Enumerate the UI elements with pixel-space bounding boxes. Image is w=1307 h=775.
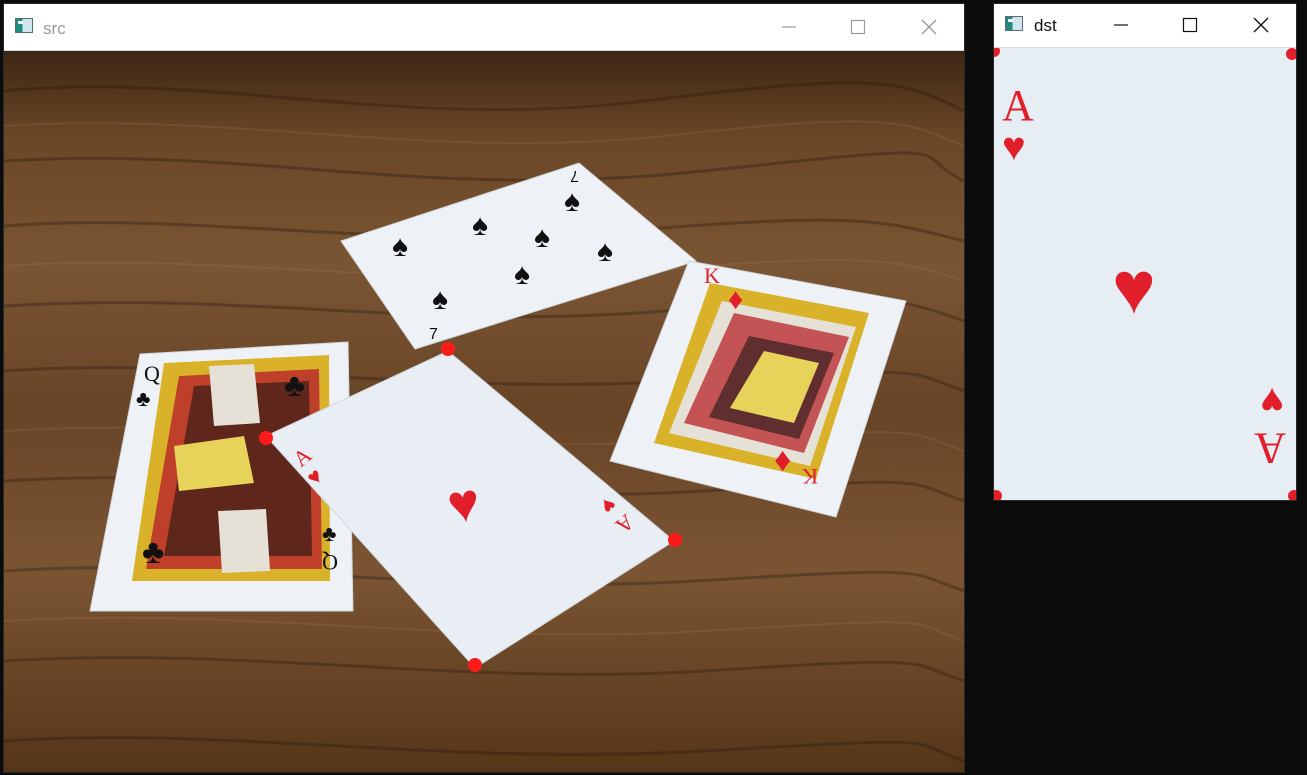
dst-titlebar[interactable]: dst — [994, 4, 1296, 48]
svg-text:♠: ♠ — [392, 230, 408, 263]
source-photo: 7 7 ♠ ♠ ♠ ♠ ♠ ♠ ♠ K ♦ ♦ K Q ♣ ♣ ♣ ♣ Q A … — [4, 51, 964, 772]
svg-text:♠: ♠ — [432, 283, 448, 316]
maximize-icon — [1182, 17, 1198, 33]
corner-marker-top — [441, 342, 455, 356]
window-title: src — [43, 19, 66, 38]
app-icon — [1005, 16, 1023, 31]
corner-marker-right — [668, 533, 682, 547]
close-icon — [1253, 17, 1269, 33]
card-rank: K — [802, 464, 818, 489]
maximize-button[interactable] — [1167, 10, 1213, 40]
card-suit: ♦ — [728, 283, 743, 316]
card-suit: ♣ — [322, 521, 336, 546]
card-suit-top-left: ♥ — [1002, 125, 1026, 169]
minimize-icon — [782, 26, 796, 28]
card-rank: Q — [322, 550, 338, 575]
card-suit: ♦ — [774, 441, 791, 479]
src-titlebar[interactable]: src — [4, 4, 964, 51]
src-image-viewport: 7 7 ♠ ♠ ♠ ♠ ♠ ♠ ♠ K ♦ ♦ K Q ♣ ♣ ♣ ♣ Q A … — [4, 51, 964, 772]
card-suit: ♣ — [284, 367, 305, 403]
svg-text:♠: ♠ — [514, 258, 530, 291]
card-suit: ♣ — [142, 533, 164, 571]
card-rank: Q — [144, 361, 160, 386]
minimize-button[interactable] — [766, 12, 812, 42]
src-window: src 7 7 ♠ ♠ ♠ ♠ ♠ ♠ ♠ K ♦ ♦ K Q ♣ ♣ ♣ ♣ … — [4, 4, 964, 772]
svg-text:♠: ♠ — [472, 209, 488, 242]
card-suit: ♣ — [136, 386, 150, 411]
card-rank: K — [704, 263, 720, 288]
corner-marker-left — [259, 431, 273, 445]
minimize-button[interactable] — [1098, 10, 1144, 40]
dst-window: dst A ♥ ♥ ♥ A — [994, 4, 1296, 500]
card-suit-bottom-right: ♥ — [1260, 379, 1284, 423]
card-rank-top-left: A — [1002, 81, 1034, 130]
svg-text:♠: ♠ — [534, 221, 550, 254]
corner-marker-bottom — [468, 658, 482, 672]
warped-card-image: A ♥ ♥ ♥ A — [994, 48, 1296, 500]
minimize-icon — [1114, 24, 1128, 26]
app-icon — [15, 18, 33, 33]
window-title: dst — [1034, 16, 1057, 35]
close-button[interactable] — [1238, 10, 1284, 40]
card-rank: 7 — [570, 167, 579, 184]
card-rank: 7 — [429, 326, 438, 343]
maximize-button[interactable] — [835, 12, 881, 42]
maximize-icon — [850, 19, 866, 35]
card-suit-center: ♥ — [1112, 246, 1156, 329]
dst-image-viewport: A ♥ ♥ ♥ A — [994, 48, 1296, 500]
svg-text:♠: ♠ — [597, 235, 613, 268]
close-button[interactable] — [906, 12, 952, 42]
card-rank-bottom-right: A — [1254, 424, 1286, 473]
svg-text:♠: ♠ — [564, 185, 580, 218]
close-icon — [921, 19, 937, 35]
